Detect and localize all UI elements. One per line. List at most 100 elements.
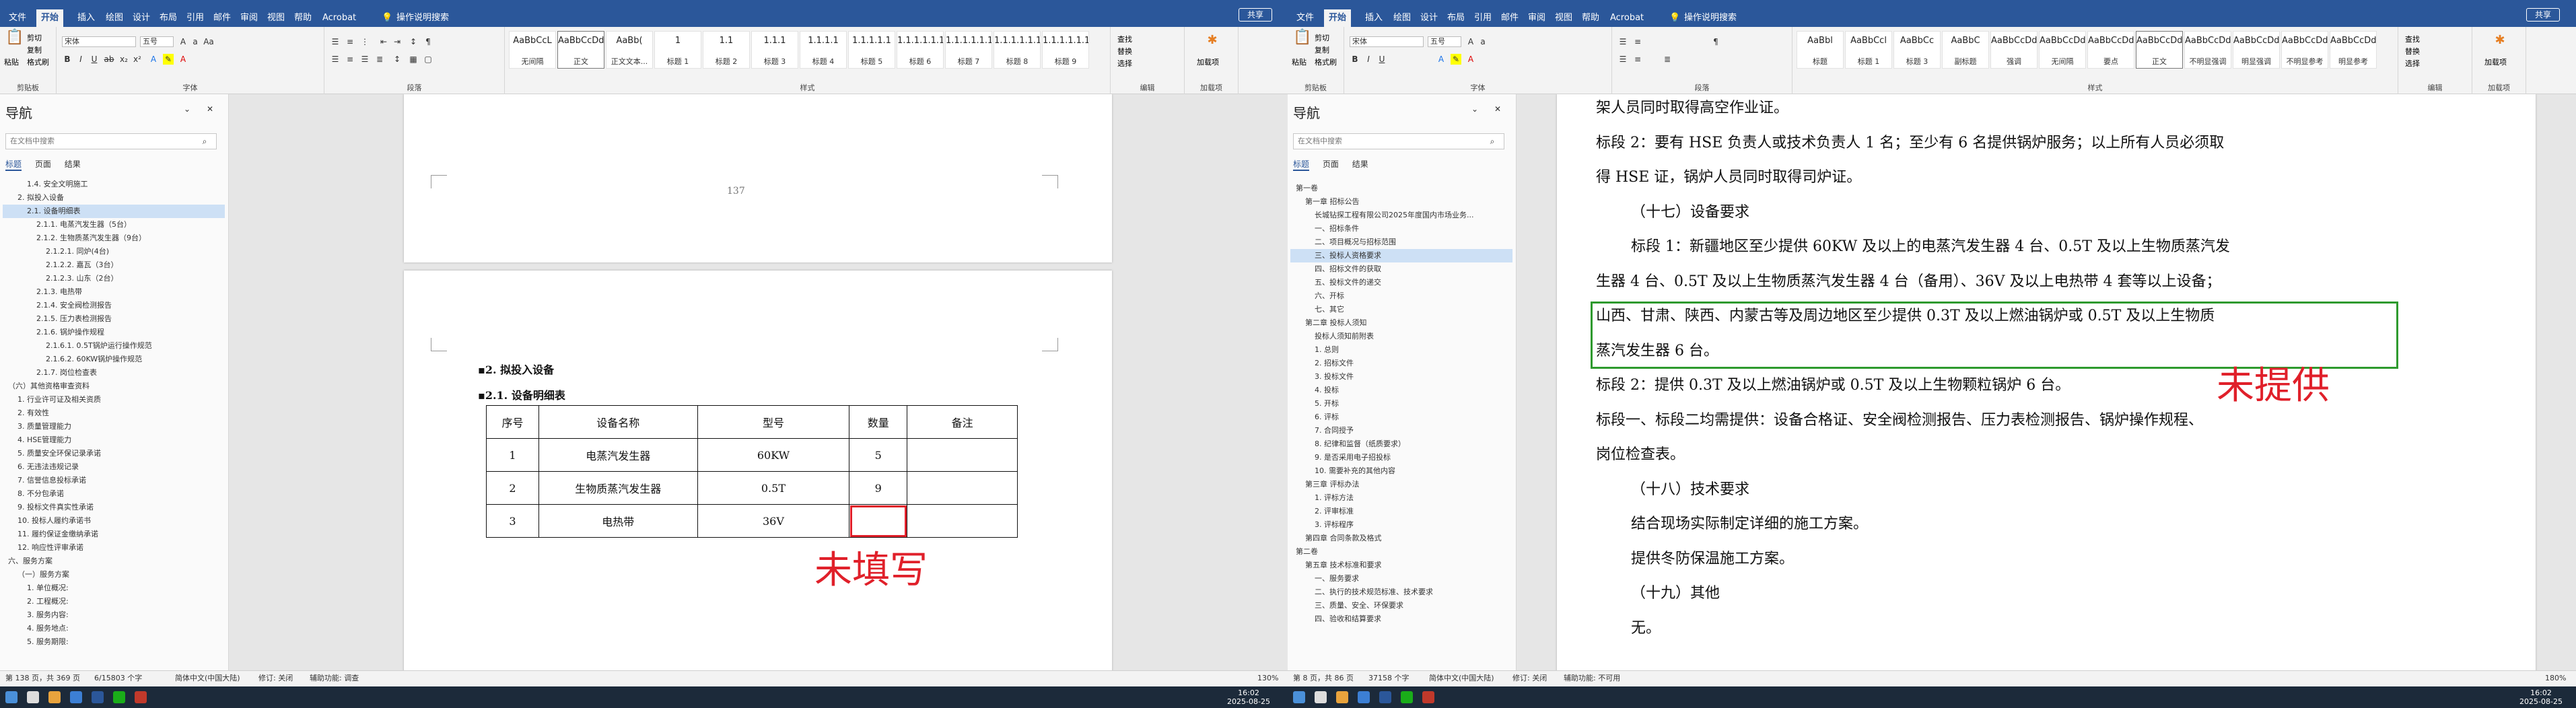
shading-icon[interactable]: ▦ (408, 54, 419, 65)
style-item[interactable]: AaBbCc 标题 3 (1893, 31, 1941, 69)
nav-heading-item[interactable]: 长城钻探工程有限公司2025年度国内市场业务... (1290, 209, 1512, 222)
nav-heading-item[interactable]: 1. 行业许可证及相关资质 (3, 393, 225, 406)
strikethrough-icon[interactable]: ab (104, 54, 114, 65)
highlight-icon[interactable]: ✎ (163, 54, 174, 65)
track-changes[interactable]: 修订: 关闭 (1512, 671, 1547, 686)
nav-heading-item[interactable]: 四、验收和结算要求 (1290, 612, 1512, 626)
nav-search-input[interactable]: 在文档中搜索 (1293, 133, 1504, 149)
style-item[interactable]: 1.1.1.1.1.1. 标题 7 (945, 31, 992, 69)
wechat-icon[interactable] (113, 691, 125, 703)
addin-icon[interactable]: ✱ (1205, 34, 1220, 50)
style-item[interactable]: AaBb(正文文本... (606, 31, 653, 69)
nav-tab-headings[interactable]: 标题 (5, 158, 22, 171)
tab-insert[interactable]: 插入 (73, 11, 100, 26)
copy-button[interactable]: 复制 (1315, 44, 1329, 55)
style-item[interactable]: 1.1.1.1.1.1 标题 6 (897, 31, 944, 69)
word-count[interactable]: 37158 个字 (1368, 671, 1409, 686)
nav-heading-item[interactable]: 2.1.2. 生物质蒸汽发生器（9台） (3, 232, 225, 245)
find-button[interactable]: 查找 (1117, 34, 1132, 44)
nav-heading-item[interactable]: 3. 评标程序 (1290, 518, 1512, 532)
tab-draw[interactable]: 绘图 (1389, 11, 1416, 26)
accessibility[interactable]: 辅助功能: 调查 (310, 671, 359, 686)
word-icon[interactable] (1379, 691, 1391, 703)
table-cell[interactable]: 5 (849, 438, 908, 472)
multilevel-list-icon[interactable]: ⋮ (359, 36, 370, 47)
nav-heading-item[interactable]: 8. 不分包承诺 (3, 487, 225, 501)
tab-draw[interactable]: 绘图 (101, 11, 128, 26)
nav-heading-item[interactable]: 5. 开标 (1290, 397, 1512, 411)
nav-heading-item[interactable]: 4. HSE管理能力 (3, 433, 225, 447)
acrobat-icon[interactable] (1422, 691, 1434, 703)
nav-heading-item[interactable]: 10. 投标人履约承诺书 (3, 514, 225, 528)
justify-icon[interactable]: ≣ (374, 54, 385, 65)
tab-insert[interactable]: 插入 (1360, 11, 1387, 26)
tab-help[interactable]: 帮助 (1577, 11, 1604, 26)
nav-heading-item[interactable]: 投标人须知前附表 (1290, 330, 1512, 343)
nav-heading-item[interactable]: 2.1. 设备明细表 (3, 205, 225, 218)
edge-icon[interactable] (1358, 691, 1370, 703)
empty-quantity-cell[interactable] (849, 504, 908, 538)
language[interactable]: 简体中文(中国大陆) (1429, 671, 1494, 686)
language[interactable]: 简体中文(中国大陆) (175, 671, 240, 686)
nav-heading-item[interactable]: 第二卷 (1290, 545, 1512, 559)
nav-heading-item[interactable]: 2.1.2.1. 同炉(4台) (3, 245, 225, 258)
cut-button[interactable]: 剪切 (1315, 32, 1329, 43)
table-cell[interactable]: 3 (486, 504, 539, 538)
paste-button[interactable]: 粘贴 (4, 57, 19, 67)
shrink-font-icon[interactable]: a (1477, 36, 1488, 47)
share-button[interactable]: 共享 (2526, 8, 2560, 22)
style-item[interactable]: 1.1.1.1 标题 4 (800, 31, 847, 69)
nav-heading-item[interactable]: 二、执行的技术规范标准、技术要求 (1290, 586, 1512, 599)
underline-icon[interactable]: U (1377, 54, 1387, 65)
bullets-icon[interactable]: ☰ (330, 36, 341, 47)
nav-heading-item[interactable]: 2. 评审标准 (1290, 505, 1512, 518)
select-button[interactable]: 选择 (1117, 58, 1132, 69)
addin-icon[interactable]: ✱ (2493, 34, 2507, 50)
tell-me-search[interactable]: 操作说明搜索 (392, 11, 454, 26)
style-item[interactable]: AaBbCcDd 不明显强调 (2184, 31, 2231, 69)
nav-heading-item[interactable]: 6. 评标 (1290, 411, 1512, 424)
tab-home[interactable]: 开始 (1324, 9, 1352, 27)
nav-tab-pages[interactable]: 页面 (35, 158, 51, 170)
table-cell[interactable]: 9 (849, 471, 908, 505)
nav-heading-item[interactable]: 一、服务要求 (1290, 572, 1512, 586)
grow-font-icon[interactable]: A (1465, 36, 1476, 47)
nav-heading-item[interactable]: 第三章 评标办法 (1290, 478, 1512, 491)
nav-heading-item[interactable]: 2.1.5. 压力表检测报告 (3, 312, 225, 326)
nav-tab-results[interactable]: 结果 (65, 158, 81, 170)
numbering-icon[interactable]: ≡ (1632, 36, 1643, 47)
tab-acrobat[interactable]: Acrobat (318, 11, 361, 26)
nav-heading-item[interactable]: 第一卷 (1290, 182, 1512, 195)
align-center-icon[interactable]: ≡ (1632, 54, 1643, 65)
tab-review[interactable]: 审阅 (1523, 11, 1550, 26)
addin-button[interactable]: 加载项 (1197, 57, 1219, 67)
numbering-icon[interactable]: ≡ (345, 36, 355, 47)
style-item[interactable]: 1 标题 1 (654, 31, 701, 69)
nav-heading-item[interactable]: 第二章 投标人须知 (1290, 316, 1512, 330)
nav-heading-item[interactable]: 2. 有效性 (3, 406, 225, 420)
tab-review[interactable]: 审阅 (236, 11, 263, 26)
find-button[interactable]: 查找 (2405, 34, 2420, 44)
tab-design[interactable]: 设计 (128, 11, 155, 26)
paste-icon[interactable]: 📋 (5, 30, 24, 52)
style-item[interactable]: AaBbCcDd 明显参考 (2330, 31, 2377, 69)
nav-heading-item[interactable]: 三、投标人资格要求 (1290, 249, 1512, 262)
font-name-select[interactable]: 宋体 (62, 36, 136, 47)
nav-heading-item[interactable]: 7. 合同授予 (1290, 424, 1512, 437)
tab-file[interactable]: 文件 (1292, 11, 1319, 26)
bullets-icon[interactable]: ☰ (1617, 36, 1628, 47)
table-cell[interactable] (907, 471, 1018, 505)
font-color-icon[interactable]: A (178, 54, 188, 65)
borders-icon[interactable]: ▢ (423, 54, 433, 65)
file-explorer-icon[interactable] (1336, 691, 1348, 703)
edge-icon[interactable] (70, 691, 82, 703)
style-item[interactable]: 1.1 标题 2 (703, 31, 750, 69)
nav-heading-item[interactable]: 3. 服务内容: (3, 608, 225, 622)
nav-search-input[interactable]: 在文档中搜索 (5, 133, 217, 149)
wechat-icon[interactable] (1401, 691, 1413, 703)
nav-heading-item[interactable]: 6. 无违法违规记录 (3, 460, 225, 474)
tab-layout[interactable]: 布局 (155, 11, 182, 26)
tab-mailings[interactable]: 邮件 (209, 11, 236, 26)
nav-heading-item[interactable]: 2.1.3. 电热带 (3, 285, 225, 299)
search-icon[interactable] (1315, 691, 1327, 703)
